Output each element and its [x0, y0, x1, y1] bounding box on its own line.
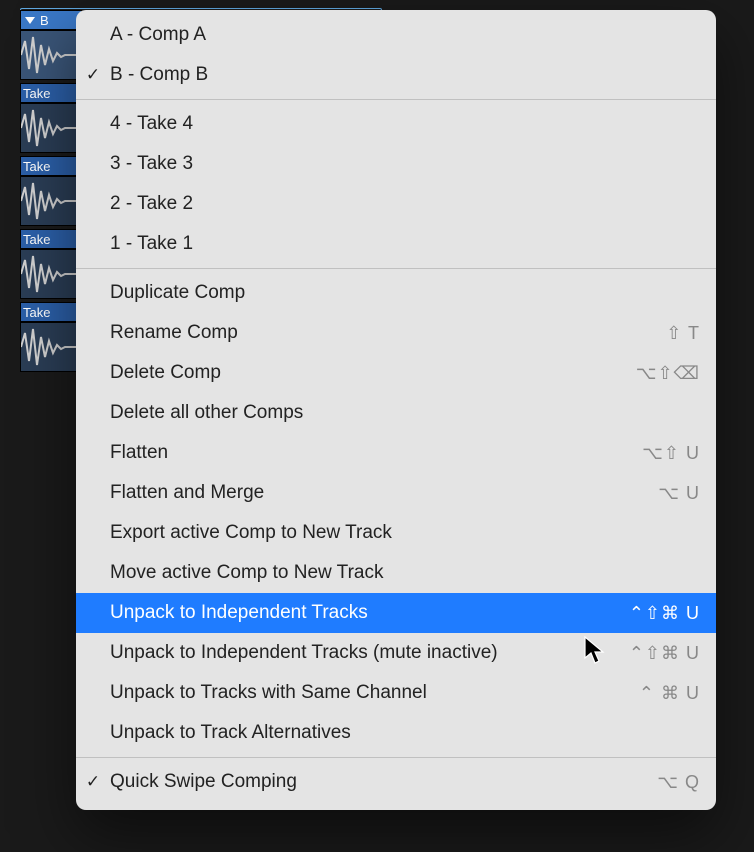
menu-item[interactable]: Unpack to Track Alternatives [76, 713, 716, 753]
menu-item-label: Delete all other Comps [110, 402, 700, 424]
menu-item-label: Duplicate Comp [110, 282, 700, 304]
audio-waveform[interactable] [20, 322, 82, 372]
track-label: Take [23, 231, 50, 248]
take-lane-header[interactable]: Take [20, 83, 82, 103]
track-label: Take [23, 304, 50, 321]
take-lane-header[interactable]: Take [20, 229, 82, 249]
menu-item-label: B - Comp B [110, 64, 700, 86]
take-lane-header[interactable]: Take [20, 156, 82, 176]
menu-item-label: Quick Swipe Comping [110, 771, 657, 793]
menu-item[interactable]: Duplicate Comp [76, 273, 716, 313]
menu-item-shortcut: ⌥ U [658, 483, 700, 504]
take-folder-context-menu[interactable]: A - Comp A✓B - Comp B4 - Take 43 - Take … [76, 10, 716, 810]
menu-item[interactable]: ✓B - Comp B [76, 55, 716, 95]
menu-item-shortcut: ⇧ T [666, 323, 700, 344]
menu-item[interactable]: Unpack to Independent Tracks⌃⇧⌘ U [76, 593, 716, 633]
menu-item-label: Rename Comp [110, 322, 666, 344]
menu-item[interactable]: 3 - Take 3 [76, 144, 716, 184]
take-folder-header[interactable]: B [20, 10, 82, 30]
menu-item[interactable]: Export active Comp to New Track [76, 513, 716, 553]
menu-item-label: Flatten and Merge [110, 482, 658, 504]
menu-item-shortcut: ⌃⇧⌘ U [629, 643, 700, 664]
checkmark-icon: ✓ [76, 772, 110, 792]
menu-item-label: A - Comp A [110, 24, 700, 46]
menu-item[interactable]: 1 - Take 1 [76, 224, 716, 264]
menu-item-label: 1 - Take 1 [110, 233, 700, 255]
menu-item-shortcut: ⌥⇧⌫ [636, 363, 700, 384]
track-label: Take [23, 85, 50, 102]
menu-item-label: Move active Comp to New Track [110, 562, 700, 584]
menu-item-shortcut: ⌥ Q [657, 772, 700, 793]
audio-waveform[interactable] [20, 176, 82, 226]
menu-item-shortcut: ⌃⇧⌘ U [629, 603, 700, 624]
checkmark-icon: ✓ [76, 65, 110, 85]
menu-separator [76, 99, 716, 100]
menu-item[interactable]: A - Comp A [76, 15, 716, 55]
menu-item[interactable]: Flatten⌥⇧ U [76, 433, 716, 473]
menu-item-label: Unpack to Tracks with Same Channel [110, 682, 639, 704]
menu-item[interactable]: Unpack to Independent Tracks (mute inact… [76, 633, 716, 673]
menu-item[interactable]: Delete Comp⌥⇧⌫ [76, 353, 716, 393]
menu-item-label: 2 - Take 2 [110, 193, 700, 215]
menu-item[interactable]: Move active Comp to New Track [76, 553, 716, 593]
track-label: Take [23, 158, 50, 175]
menu-item-label: Delete Comp [110, 362, 636, 384]
audio-waveform[interactable] [20, 30, 82, 80]
menu-item-label: 4 - Take 4 [110, 113, 700, 135]
take-lane-header[interactable]: Take [20, 302, 82, 322]
menu-item-label: Unpack to Track Alternatives [110, 722, 700, 744]
disclosure-triangle-icon[interactable] [25, 17, 35, 24]
audio-waveform[interactable] [20, 103, 82, 153]
menu-item-label: Export active Comp to New Track [110, 522, 700, 544]
menu-item[interactable]: ✓Quick Swipe Comping⌥ Q [76, 762, 716, 802]
menu-item[interactable]: Rename Comp⇧ T [76, 313, 716, 353]
take-folder-track-list: B Take Take Take Take [20, 10, 82, 372]
track-label: B [40, 12, 49, 29]
menu-item-label: 3 - Take 3 [110, 153, 700, 175]
menu-item[interactable]: Delete all other Comps [76, 393, 716, 433]
menu-item-label: Unpack to Independent Tracks [110, 602, 629, 624]
menu-item[interactable]: Flatten and Merge⌥ U [76, 473, 716, 513]
menu-item-label: Flatten [110, 442, 642, 464]
menu-item[interactable]: 4 - Take 4 [76, 104, 716, 144]
audio-waveform[interactable] [20, 249, 82, 299]
menu-item[interactable]: 2 - Take 2 [76, 184, 716, 224]
menu-separator [76, 268, 716, 269]
menu-item[interactable]: Unpack to Tracks with Same Channel⌃ ⌘ U [76, 673, 716, 713]
menu-item-shortcut: ⌃ ⌘ U [639, 683, 700, 704]
menu-item-label: Unpack to Independent Tracks (mute inact… [110, 642, 629, 664]
menu-separator [76, 757, 716, 758]
menu-item-shortcut: ⌥⇧ U [642, 443, 700, 464]
